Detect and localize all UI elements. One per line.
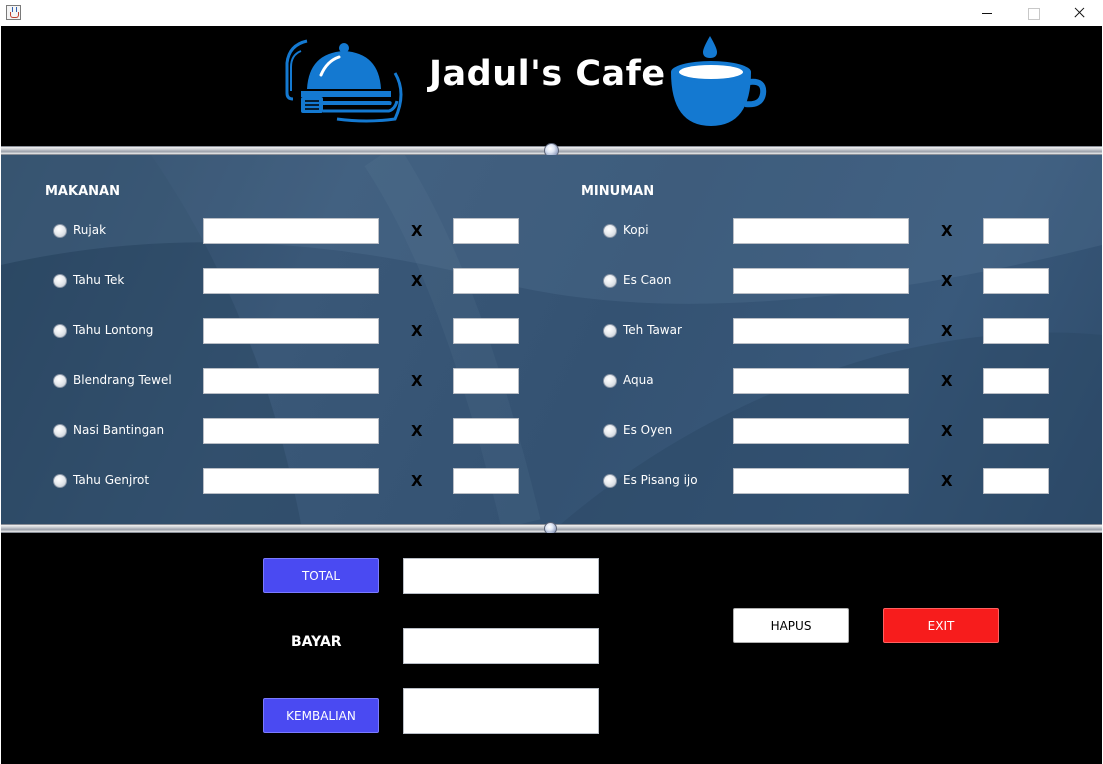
- makanan-row-tahu-genjrot: Tahu Genjrot X: [1, 468, 541, 494]
- total-field[interactable]: [403, 558, 599, 594]
- makanan-row-tahu-tek: Tahu Tek X: [1, 268, 541, 294]
- makanan-price-field[interactable]: [203, 418, 379, 444]
- makanan-label: Blendrang Tewel: [73, 373, 172, 387]
- times-symbol: X: [941, 272, 953, 290]
- makanan-price-field[interactable]: [203, 318, 379, 344]
- minuman-row-es-caon: Es Caon X: [541, 268, 1081, 294]
- minuman-qty-field[interactable]: [983, 268, 1049, 294]
- minuman-row-teh-tawar: Teh Tawar X: [541, 318, 1081, 344]
- makanan-radio-tahu-tek[interactable]: [53, 274, 67, 288]
- makanan-radio-nasi-bantingan[interactable]: [53, 424, 67, 438]
- makanan-heading: MAKANAN: [45, 184, 120, 199]
- makanan-label: Tahu Tek: [73, 273, 125, 287]
- minuman-price-field[interactable]: [733, 318, 909, 344]
- minuman-qty-field[interactable]: [983, 418, 1049, 444]
- makanan-radio-tahu-genjrot[interactable]: [53, 474, 67, 488]
- kembalian-button[interactable]: KEMBALIAN: [263, 698, 379, 733]
- minuman-label: Teh Tawar: [623, 323, 682, 337]
- minuman-price-field[interactable]: [733, 268, 909, 294]
- app-title: Jadul's Cafe: [429, 54, 666, 94]
- makanan-label: Rujak: [73, 223, 107, 237]
- total-button[interactable]: TOTAL: [263, 558, 379, 593]
- makanan-qty-field[interactable]: [453, 218, 519, 244]
- minuman-price-field[interactable]: [733, 418, 909, 444]
- makanan-label: Tahu Genjrot: [73, 473, 150, 487]
- bayar-label: BAYAR: [291, 634, 342, 650]
- minuman-radio-aqua[interactable]: [603, 374, 617, 388]
- minuman-row-es-pisang-ijo: Es Pisang ijo X: [541, 468, 1081, 494]
- split-divider-bottom[interactable]: [1, 522, 1102, 535]
- minuman-radio-kopi[interactable]: [603, 224, 617, 238]
- kembalian-field[interactable]: [403, 688, 599, 734]
- times-symbol: X: [411, 322, 423, 340]
- makanan-price-field[interactable]: [203, 468, 379, 494]
- java-app-icon: [6, 5, 21, 20]
- minuman-radio-es-pisang-ijo[interactable]: [603, 474, 617, 488]
- makanan-radio-blendrang-tewel[interactable]: [53, 374, 67, 388]
- times-symbol: X: [411, 372, 423, 390]
- coffee-cup-icon: [671, 36, 767, 126]
- makanan-qty-field[interactable]: [453, 268, 519, 294]
- menu-panel: MAKANAN MINUMAN Rujak X Tahu Tek X Tahu …: [1, 155, 1102, 524]
- minuman-qty-field[interactable]: [983, 468, 1049, 494]
- food-cloche-icon: [285, 39, 403, 123]
- minuman-radio-es-caon[interactable]: [603, 274, 617, 288]
- minuman-price-field[interactable]: [733, 218, 909, 244]
- minuman-qty-field[interactable]: [983, 218, 1049, 244]
- makanan-price-field[interactable]: [203, 268, 379, 294]
- makanan-row-rujak: Rujak X: [1, 218, 541, 244]
- makanan-radio-tahu-lontong[interactable]: [53, 324, 67, 338]
- minuman-label: Kopi: [623, 223, 649, 237]
- window-titlebar: [0, 0, 1103, 26]
- makanan-price-field[interactable]: [203, 218, 379, 244]
- times-symbol: X: [941, 222, 953, 240]
- minuman-label: Es Pisang ijo: [623, 473, 698, 487]
- makanan-price-field[interactable]: [203, 368, 379, 394]
- minuman-radio-teh-tawar[interactable]: [603, 324, 617, 338]
- makanan-qty-field[interactable]: [453, 468, 519, 494]
- minuman-label: Es Oyen: [623, 423, 673, 437]
- minuman-row-aqua: Aqua X: [541, 368, 1081, 394]
- times-symbol: X: [941, 322, 953, 340]
- minuman-label: Es Caon: [623, 273, 672, 287]
- times-symbol: X: [411, 222, 423, 240]
- times-symbol: X: [941, 422, 953, 440]
- times-symbol: X: [941, 372, 953, 390]
- header-banner: Jadul's Cafe: [1, 26, 1102, 146]
- close-button[interactable]: [1056, 0, 1102, 26]
- makanan-label: Tahu Lontong: [73, 323, 154, 337]
- minuman-price-field[interactable]: [733, 368, 909, 394]
- times-symbol: X: [411, 422, 423, 440]
- minuman-price-field[interactable]: [733, 468, 909, 494]
- maximize-button[interactable]: [1010, 0, 1056, 26]
- makanan-row-blendrang-tewel: Blendrang Tewel X: [1, 368, 541, 394]
- makanan-qty-field[interactable]: [453, 418, 519, 444]
- minuman-qty-field[interactable]: [983, 318, 1049, 344]
- makanan-row-tahu-lontong: Tahu Lontong X: [1, 318, 541, 344]
- exit-button[interactable]: EXIT: [883, 608, 999, 643]
- times-symbol: X: [941, 472, 953, 490]
- minuman-radio-es-oyen[interactable]: [603, 424, 617, 438]
- hapus-button[interactable]: HAPUS: [733, 608, 849, 643]
- minuman-qty-field[interactable]: [983, 368, 1049, 394]
- bayar-field[interactable]: [403, 628, 599, 664]
- makanan-qty-field[interactable]: [453, 368, 519, 394]
- makanan-label: Nasi Bantingan: [73, 423, 165, 437]
- split-divider-top[interactable]: [1, 143, 1102, 158]
- minimize-button[interactable]: [964, 0, 1010, 26]
- minuman-label: Aqua: [623, 373, 654, 387]
- makanan-radio-rujak[interactable]: [53, 224, 67, 238]
- times-symbol: X: [411, 472, 423, 490]
- makanan-row-nasi-bantingan: Nasi Bantingan X: [1, 418, 541, 444]
- minuman-row-kopi: Kopi X: [541, 218, 1081, 244]
- makanan-qty-field[interactable]: [453, 318, 519, 344]
- minuman-heading: MINUMAN: [581, 184, 655, 199]
- minuman-row-es-oyen: Es Oyen X: [541, 418, 1081, 444]
- times-symbol: X: [411, 272, 423, 290]
- payment-area: TOTAL BAYAR KEMBALIAN HAPUS EXIT: [1, 533, 1102, 764]
